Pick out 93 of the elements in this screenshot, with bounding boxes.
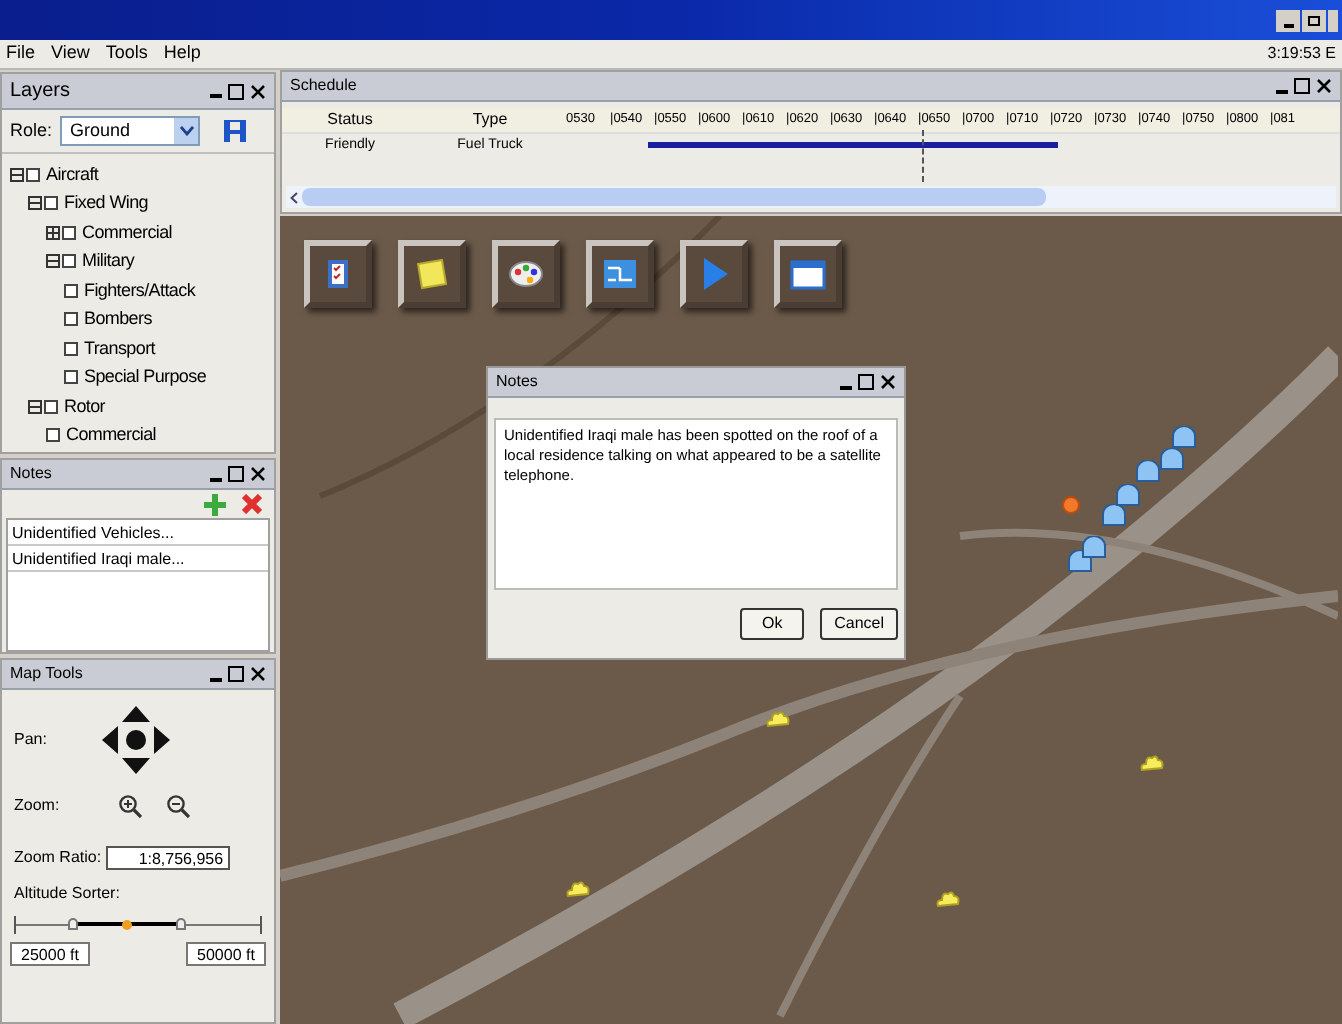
minimize-icon[interactable]	[210, 477, 222, 481]
checkbox[interactable]	[62, 254, 76, 269]
save-icon[interactable]	[224, 120, 247, 142]
maximize-icon[interactable]	[228, 666, 244, 682]
cloud-marker-icon[interactable]	[766, 708, 790, 730]
maximize-icon[interactable]	[228, 466, 244, 482]
minimize-icon[interactable]	[1276, 89, 1288, 93]
tree-item[interactable]: Transport	[84, 335, 155, 362]
map-toolbar-button[interactable]	[492, 240, 560, 308]
cloud-marker-icon[interactable]	[566, 878, 590, 900]
cloud-marker-icon[interactable]	[936, 888, 960, 910]
unit-marker-icon[interactable]	[1082, 536, 1106, 558]
menu-item[interactable]: Tools	[105, 40, 148, 68]
delete-icon[interactable]	[242, 494, 262, 514]
pan-up-icon[interactable]	[122, 706, 150, 723]
map-toolbar-button[interactable]	[680, 240, 748, 308]
note-list-item[interactable]: Unidentified Iraqi male...	[8, 546, 268, 572]
map-toolbar-button[interactable]	[398, 240, 466, 308]
dialog-button[interactable]: Cancel	[820, 608, 898, 640]
pan-down-icon[interactable]	[122, 757, 150, 774]
zoom-label: Zoom:	[14, 794, 62, 818]
current-time-line	[922, 130, 924, 182]
maximize-icon[interactable]	[228, 83, 244, 99]
max-altitude-field[interactable]: 50000 ft	[186, 942, 266, 966]
chevron-down-icon	[174, 118, 199, 144]
unit-marker-icon[interactable]	[1102, 504, 1126, 526]
dialog-button[interactable]: Ok	[740, 608, 805, 640]
role-dropdown[interactable]: Ground	[60, 116, 201, 146]
collapse-icon[interactable]	[10, 167, 24, 182]
panel-title: Layers	[10, 78, 71, 106]
map-toolbar-button[interactable]	[304, 240, 372, 308]
horizontal-scrollbar[interactable]	[286, 186, 1336, 208]
clock-text: 3:19:53 E	[1267, 42, 1336, 66]
menu-item[interactable]: File	[6, 40, 36, 68]
checkbox[interactable]	[44, 399, 58, 414]
map-toolbar-button[interactable]	[774, 240, 842, 308]
tree-item[interactable]: Bombers	[84, 306, 152, 333]
tree-item[interactable]: Military	[82, 248, 135, 275]
expand-icon[interactable]	[46, 225, 60, 240]
restore-icon[interactable]	[1302, 9, 1326, 31]
menu-item[interactable]: Help	[163, 40, 201, 68]
tree-item[interactable]: Fixed Wing	[64, 190, 149, 217]
map-toolbar-button[interactable]	[586, 240, 654, 308]
maximize-icon[interactable]	[1294, 78, 1310, 94]
panel-title: Notes	[10, 462, 52, 486]
checkbox[interactable]	[46, 428, 60, 443]
note-list-item[interactable]: Unidentified Vehicles...	[8, 520, 268, 546]
checkbox[interactable]	[44, 196, 58, 211]
column-header: Status	[325, 108, 375, 132]
column-header: Type	[470, 108, 510, 132]
zoom-in-icon[interactable]	[118, 794, 142, 818]
panel-title: Notes	[496, 370, 538, 394]
role-label: Role:	[10, 117, 53, 144]
unit-marker-icon[interactable]	[1116, 484, 1140, 506]
unit-marker-icon[interactable]	[1172, 426, 1196, 448]
pan-label: Pan:	[14, 728, 49, 752]
unit-marker-icon[interactable]	[1136, 460, 1160, 482]
zoom-out-icon[interactable]	[166, 794, 190, 818]
checkbox[interactable]	[64, 341, 78, 356]
maximize-icon[interactable]	[858, 374, 874, 390]
tree-item[interactable]: Commercial	[66, 422, 157, 449]
pan-center-icon[interactable]	[125, 729, 146, 750]
menu-item[interactable]: View	[51, 40, 90, 68]
slider-thumb[interactable]	[67, 918, 78, 930]
checkbox[interactable]	[26, 167, 40, 182]
panel-title: Map Tools	[10, 662, 83, 686]
minimize-icon[interactable]	[840, 385, 852, 389]
tree-item[interactable]: Commercial	[82, 219, 173, 246]
checkbox[interactable]	[64, 283, 78, 298]
collapse-icon[interactable]	[46, 254, 60, 269]
min-altitude-field[interactable]: 25000 ft	[10, 942, 90, 966]
slider-thumb[interactable]	[176, 918, 187, 930]
tree-item[interactable]: Rotor	[64, 393, 106, 420]
tree-item[interactable]: Aircraft	[46, 161, 99, 188]
checkbox[interactable]	[64, 370, 78, 385]
target-marker-icon[interactable]	[1062, 496, 1080, 514]
pan-right-icon[interactable]	[153, 726, 170, 754]
checkbox[interactable]	[62, 225, 76, 240]
cloud-marker-icon[interactable]	[1140, 752, 1164, 774]
zoom-ratio-label: Zoom Ratio:	[14, 846, 102, 870]
altitude-sorter-label: Altitude Sorter:	[12, 882, 122, 906]
tree-item[interactable]: Fighters/Attack	[84, 277, 196, 304]
minimize-icon[interactable]	[1276, 9, 1300, 31]
collapse-icon[interactable]	[28, 399, 42, 414]
minimize-icon[interactable]	[210, 677, 222, 681]
collapse-icon[interactable]	[28, 196, 42, 211]
checkbox[interactable]	[64, 312, 78, 327]
panel-title: Schedule	[290, 74, 357, 98]
tree-item[interactable]: Special Purpose	[84, 364, 207, 391]
scroll-left-icon[interactable]	[290, 191, 298, 203]
unit-marker-icon[interactable]	[1160, 448, 1184, 470]
zoom-ratio-field[interactable]: 1:8,756,956	[105, 846, 230, 870]
pan-left-icon[interactable]	[102, 726, 119, 754]
